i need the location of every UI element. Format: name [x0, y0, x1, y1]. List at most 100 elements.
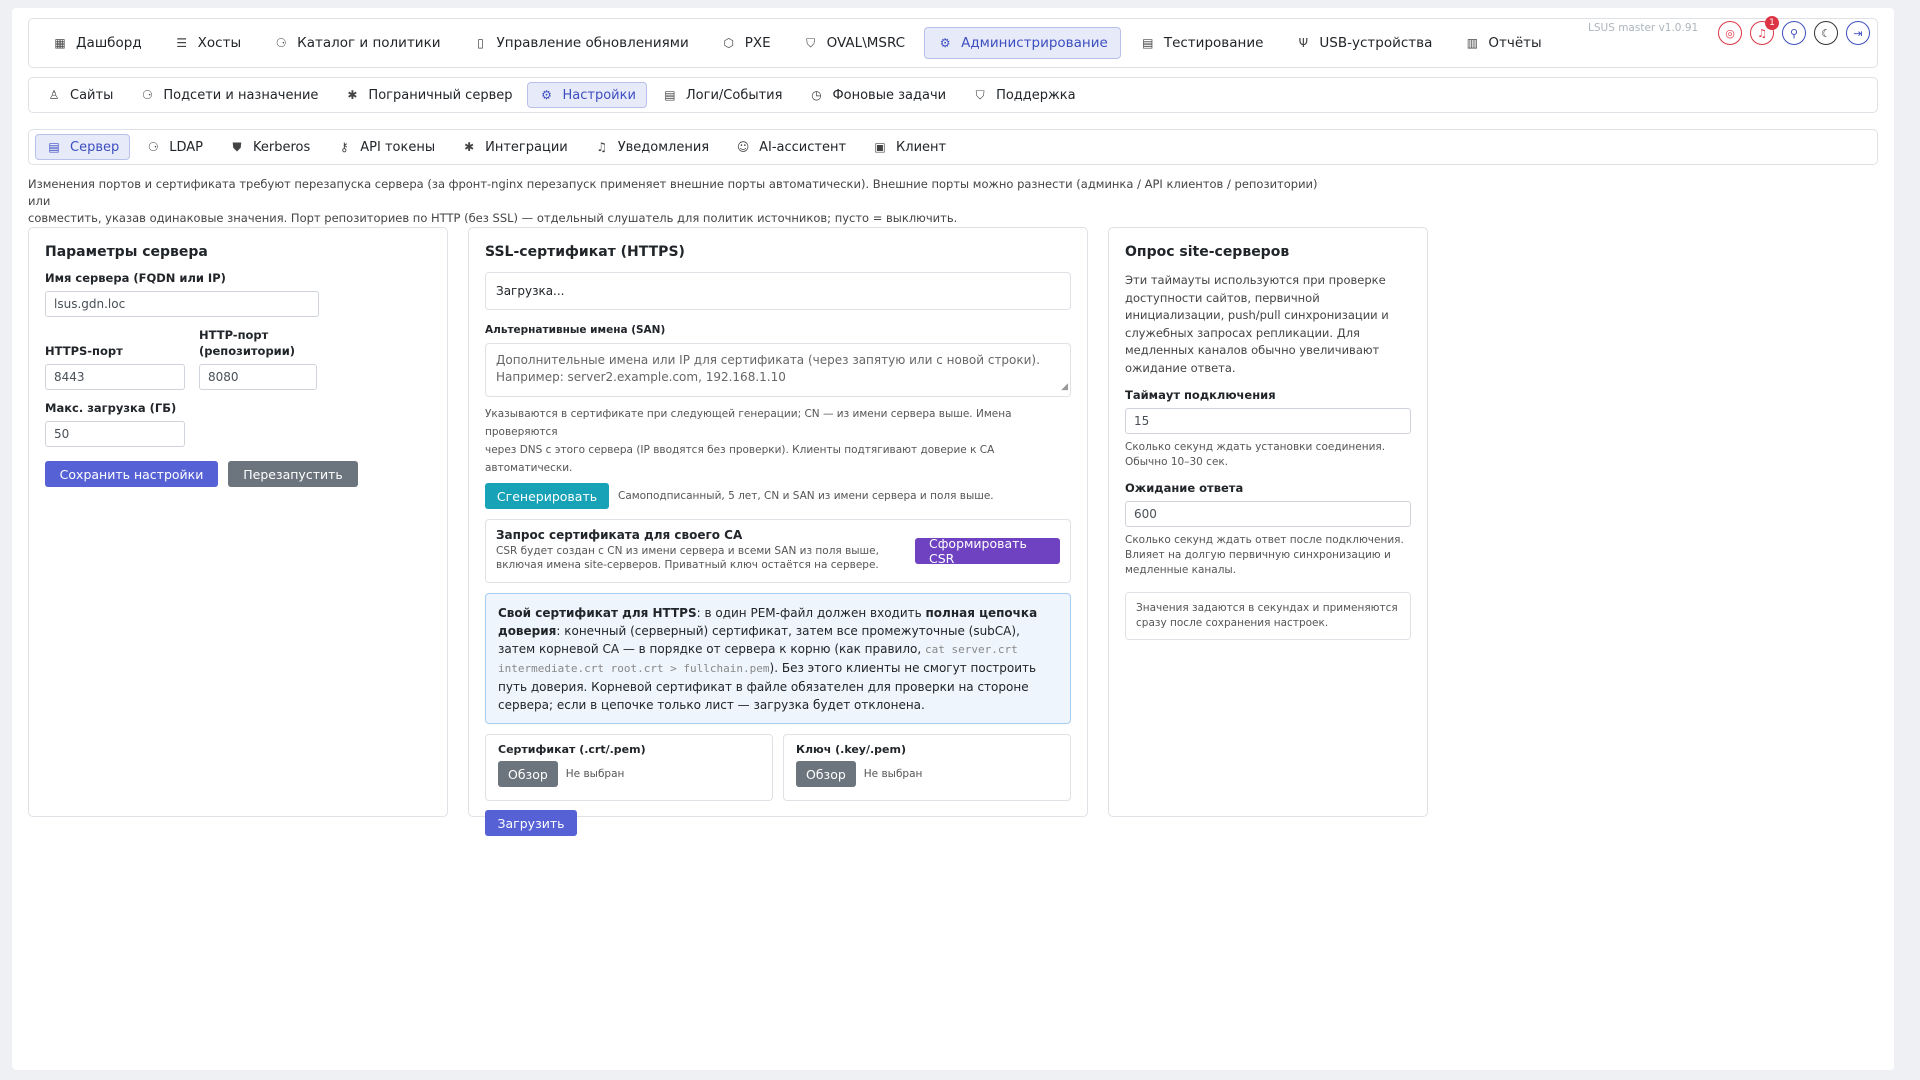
person-icon: ♙	[48, 88, 60, 102]
server-icon: ▤	[48, 140, 60, 154]
ssl-card: SSL-сертификат (HTTPS) Загрузка... Альте…	[468, 227, 1088, 836]
search-zoom-icon[interactable]: ⚲	[1782, 21, 1806, 45]
subnav-item-0[interactable]: ♙ Сайты	[35, 82, 124, 108]
upload-button[interactable]: Загрузить	[485, 810, 577, 836]
settingstabs-item-2[interactable]: ⛊ Kerberos	[218, 134, 321, 160]
ssl-title: SSL-сертификат (HTTPS)	[485, 244, 685, 260]
clock-icon: ◷	[811, 88, 822, 102]
settingstabs-item-7[interactable]: ▣ Клиент	[861, 134, 957, 160]
subnav-item-2[interactable]: ✱ Пограничный сервер	[333, 82, 523, 108]
ldap-icon: ⚆	[147, 140, 159, 154]
subnav-label: Пограничный сервер	[368, 87, 513, 103]
settingstabs-label: Kerberos	[253, 139, 311, 155]
response-wait-input[interactable]: 600	[1125, 501, 1411, 527]
restart-button[interactable]: Перезапустить	[228, 461, 358, 487]
https-port-input[interactable]: 8443	[45, 364, 185, 390]
subnav-label: Фоновые задачи	[832, 87, 947, 103]
settingstabs-label: Интеграции	[485, 139, 568, 155]
max-upload-label: Макс. загрузка (ГБ)	[45, 401, 177, 415]
topnav-item-9[interactable]: ▥ Отчёты	[1451, 27, 1554, 59]
subnav-item-3[interactable]: ⚙ Настройки	[527, 82, 647, 108]
network-icon: ⚆	[141, 88, 153, 102]
topnav-item-3[interactable]: ▯ Управление обновлениями	[460, 27, 702, 59]
resize-handle-icon[interactable]: ◢	[1061, 379, 1068, 396]
notifications-bell-icon[interactable]: ♫ 1	[1750, 16, 1779, 45]
topnav-label: Администрирование	[961, 35, 1108, 51]
settingstabs-item-3[interactable]: ⚷ API токены	[325, 134, 446, 160]
support-shield-icon: ⛉	[975, 87, 985, 102]
topnav-label: Каталог и политики	[297, 35, 441, 51]
generate-csr-button[interactable]: Сформировать CSR	[915, 536, 1060, 566]
robot-icon: ☺	[736, 140, 750, 154]
http-port-label: HTTP-порт	[199, 328, 269, 342]
topnav-label: Тестирование	[1163, 35, 1264, 51]
logout-icon[interactable]: ⇥	[1846, 21, 1870, 45]
usb-icon: Ψ	[1298, 36, 1309, 50]
san-hint: Указываются в сертификате при следующей …	[485, 405, 1071, 477]
san-placeholder-line: Например: server2.example.com, 192.168.1…	[496, 370, 786, 384]
topnav-label: Управление обновлениями	[496, 35, 689, 51]
settingstabs-item-1[interactable]: ⚆ LDAP	[134, 134, 214, 160]
poll-description: Эти таймауты используются при проверке д…	[1125, 273, 1389, 375]
subnav-item-4[interactable]: ▤ Логи/События	[651, 82, 794, 108]
settingstabs-item-0[interactable]: ▤ Сервер	[35, 134, 131, 160]
settingstabs-item-4[interactable]: ✱ Интеграции	[450, 134, 579, 160]
key-browse-button[interactable]: Обзор	[796, 761, 856, 787]
subnav-item-6[interactable]: ⛉ Поддержка	[961, 82, 1087, 108]
support-ring-icon[interactable]: ◎	[1718, 21, 1742, 45]
custom-cert-info: Свой сертификат для HTTPS: в один PEM-фа…	[485, 593, 1071, 724]
response-wait-label: Ожидание ответа	[1125, 481, 1244, 495]
topnav-item-8[interactable]: Ψ USB-устройства	[1282, 27, 1445, 59]
connect-timeout-hint: Сколько секунд ждать установки соединени…	[1125, 441, 1386, 468]
topnav-label: Хосты	[197, 35, 242, 51]
subnav-item-1[interactable]: ⚆ Подсети и назначение	[128, 82, 329, 108]
settingstabs-item-6[interactable]: ☺ AI-ассистент	[724, 134, 857, 160]
cert-browse-button[interactable]: Обзор	[498, 761, 558, 787]
topnav-item-0[interactable]: ▦ Дашборд	[39, 27, 155, 59]
dark-mode-moon-icon[interactable]: ☾	[1814, 21, 1838, 45]
connect-timeout-input[interactable]: 15	[1125, 408, 1411, 434]
san-label: Альтернативные имена (SAN)	[485, 324, 666, 336]
topnav-item-4[interactable]: ⬡ PXE	[708, 27, 784, 59]
dashboard-icon: ▦	[54, 36, 66, 50]
settingstabs-label: AI-ассистент	[759, 139, 847, 155]
note-line: совместить, указав одинаковые значения. …	[28, 211, 958, 225]
topnav-item-5[interactable]: ⛉ OVAL\MSRC	[790, 27, 918, 59]
topnav-item-6[interactable]: ⚙ Администрирование	[924, 27, 1121, 59]
subnav-label: Поддержка	[996, 87, 1076, 103]
key-file-label: Ключ (.key/.pem)	[796, 743, 906, 756]
generate-button[interactable]: Сгенерировать	[485, 483, 609, 509]
subnav-item-5[interactable]: ◷ Фоновые задачи	[797, 82, 957, 108]
settingstabs-label: Сервер	[70, 139, 120, 155]
hub-icon: ✱	[347, 88, 358, 102]
hostname-label: Имя сервера (FQDN или IP)	[45, 271, 226, 285]
cert-file-status: Не выбран	[565, 767, 625, 780]
key-upload-box: Ключ (.key/.pem) Обзор Не выбран	[783, 734, 1071, 801]
poll-title: Опрос site-серверов	[1125, 244, 1290, 260]
key-file-status: Не выбран	[863, 767, 923, 780]
subnav-label: Логи/События	[685, 87, 783, 103]
note-line: Изменения портов и сертификата требуют п…	[28, 177, 1318, 208]
settingstabs-item-5[interactable]: ♫ Уведомления	[583, 134, 720, 160]
save-settings-button[interactable]: Сохранить настройки	[45, 461, 218, 487]
topnav-item-2[interactable]: ⚆ Каталог и политики	[260, 27, 453, 59]
topnav-item-7[interactable]: ▤ Тестирование	[1127, 27, 1277, 59]
http-port-label-sub: (репозитории)	[199, 344, 296, 358]
topnav-label: Отчёты	[1488, 35, 1542, 51]
hostname-input[interactable]: lsus.gdn.loc	[45, 291, 319, 317]
subnav-label: Подсети и назначение	[163, 87, 319, 103]
report-icon: ▥	[1466, 36, 1479, 50]
settings-icon: ⚙	[541, 88, 552, 102]
topnav-item-1[interactable]: ☰ Хосты	[161, 27, 254, 59]
san-placeholder-line: Дополнительные имена или IP для сертифик…	[496, 353, 1040, 367]
topnav-label: Дашборд	[76, 35, 142, 51]
http-port-input[interactable]: 8080	[199, 364, 317, 390]
settingstabs-label: Клиент	[896, 139, 947, 155]
response-wait-hint: Сколько секунд ждать ответ после подключ…	[1125, 534, 1404, 576]
box-icon: ⬡	[723, 36, 734, 50]
poll-card: Опрос site-серверов Эти таймауты использ…	[1108, 227, 1428, 817]
san-textarea[interactable]: Дополнительные имена или IP для сертифик…	[485, 343, 1071, 397]
max-upload-input[interactable]: 50	[45, 421, 185, 447]
admin-gear-icon: ⚙	[939, 36, 951, 50]
settingstabs-label: API токены	[360, 139, 436, 155]
